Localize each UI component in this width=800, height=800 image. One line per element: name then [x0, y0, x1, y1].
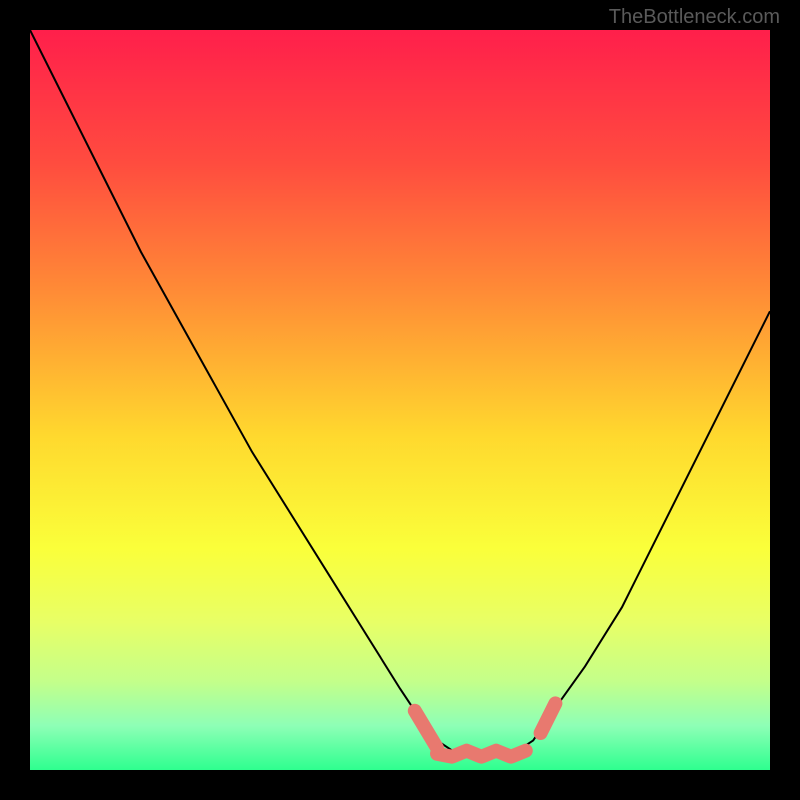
- chart-container: [30, 30, 770, 770]
- watermark-text: TheBottleneck.com: [609, 6, 780, 29]
- bottleneck-chart: [30, 30, 770, 770]
- gradient-background: [30, 30, 770, 770]
